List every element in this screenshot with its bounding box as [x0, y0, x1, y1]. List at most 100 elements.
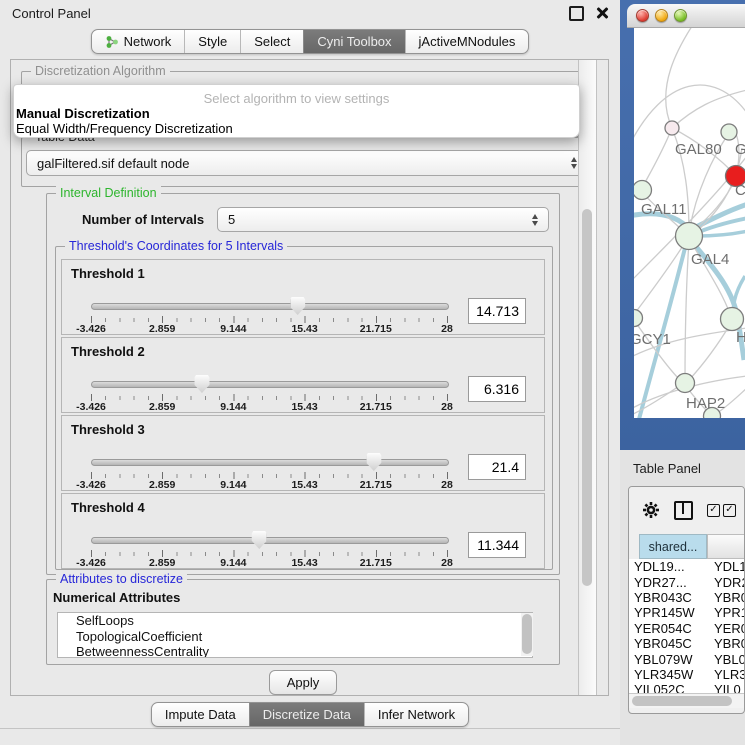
cell-name[interactable]: YDR2: [708, 575, 745, 590]
node-gal11[interactable]: [634, 181, 652, 200]
cell-name[interactable]: YER0: [708, 621, 745, 636]
slider-handle[interactable]: [290, 297, 305, 315]
popup-prompt-item[interactable]: Select algorithm to view settings: [14, 91, 579, 106]
node-right[interactable]: [721, 308, 744, 331]
close-traffic-light-icon[interactable]: [636, 9, 649, 22]
cell-shared-name[interactable]: YDR27...: [629, 575, 708, 590]
slider-handle[interactable]: [194, 375, 209, 393]
tick-label: -3.426: [76, 401, 106, 413]
slider-track[interactable]: [91, 381, 449, 388]
threshold-slider[interactable]: -3.4262.8599.14415.4321.71528: [91, 338, 449, 414]
tab-label: Style: [198, 34, 227, 49]
scrollbar-thumb[interactable]: [632, 696, 732, 706]
column-header-shared-name[interactable]: shared...: [639, 534, 707, 559]
tab-style[interactable]: Style: [184, 30, 240, 53]
checkbox-icon[interactable]: ✓: [707, 504, 720, 517]
table-row[interactable]: YLR345WYLR3: [629, 667, 745, 682]
numerical-attributes-list[interactable]: SelfLoopsTopologicalCoefficientBetweenne…: [57, 612, 533, 658]
tab-label: jActiveMNodules: [419, 34, 516, 49]
attribute-list-item[interactable]: TopologicalCoefficient: [58, 629, 532, 645]
threshold-value-field[interactable]: [468, 376, 526, 402]
slider-handle[interactable]: [252, 531, 267, 549]
table-horizontal-scrollbar[interactable]: [629, 693, 744, 708]
close-icon[interactable]: [596, 7, 608, 19]
table-row[interactable]: YER054CYER0: [629, 621, 745, 636]
node-label-g-cut: GA: [735, 141, 745, 158]
cell-shared-name[interactable]: YBR043C: [629, 590, 708, 605]
tab-network[interactable]: Network: [92, 30, 185, 53]
slider-track[interactable]: [91, 303, 449, 310]
attribute-list-item[interactable]: SelfLoops: [58, 613, 532, 629]
float-window-icon[interactable]: [569, 6, 584, 21]
tab-infer-network[interactable]: Infer Network: [364, 703, 468, 726]
table-row[interactable]: YIL052CYIL0: [629, 682, 745, 693]
cell-name[interactable]: YPR1: [708, 605, 745, 620]
threshold-value-field[interactable]: [468, 532, 526, 558]
table-row[interactable]: YBR045CYBR0: [629, 636, 745, 651]
cell-shared-name[interactable]: YPR145W: [629, 605, 708, 620]
group-title: Attributes to discretize: [56, 572, 187, 586]
attribute-list-item[interactable]: BetweennessCentrality: [58, 644, 532, 658]
cell-shared-name[interactable]: YIL052C: [629, 682, 708, 693]
cell-name[interactable]: YBR0: [708, 636, 745, 651]
table-row[interactable]: YBL079WYBL0: [629, 651, 745, 666]
scrollbar-thumb[interactable]: [582, 209, 592, 586]
node-top-right[interactable]: [721, 124, 737, 140]
cell-shared-name[interactable]: YER054C: [629, 621, 708, 636]
cell-name[interactable]: YBL0: [708, 652, 745, 667]
attributes-list-scrollbar[interactable]: [521, 613, 533, 656]
column-header-name[interactable]: na: [707, 534, 745, 559]
table-rows[interactable]: YDL19...YDL1YDR27...YDR2YBR043CYBR0YPR14…: [629, 559, 745, 693]
scrollbar-thumb[interactable]: [522, 614, 532, 654]
table-row[interactable]: YDR27...YDR2: [629, 574, 745, 589]
cell-name[interactable]: YDL1: [708, 559, 745, 574]
column-checkboxes: ✓ ✓: [707, 504, 736, 517]
threshold-slider[interactable]: -3.4262.8599.14415.4321.71528: [91, 260, 449, 336]
show-columns-icon[interactable]: [674, 501, 693, 520]
table-row[interactable]: YPR145WYPR1: [629, 605, 745, 620]
threshold-value-field[interactable]: [468, 454, 526, 480]
cell-name[interactable]: YBR0: [708, 590, 745, 605]
threshold-value-field[interactable]: [468, 298, 526, 324]
tab-discretize-data[interactable]: Discretize Data: [249, 703, 364, 726]
popup-item-equal-width[interactable]: Equal Width/Frequency Discretization: [16, 121, 233, 136]
number-of-intervals-combobox[interactable]: 5: [217, 207, 549, 232]
slider-track[interactable]: [91, 459, 449, 466]
node-gal80[interactable]: [665, 121, 679, 135]
slider-handle[interactable]: [366, 453, 381, 471]
threshold-slider[interactable]: -3.4262.8599.14415.4321.71528: [91, 416, 449, 492]
cell-name[interactable]: YLR3: [708, 667, 745, 682]
zoom-traffic-light-icon[interactable]: [674, 9, 687, 22]
cell-shared-name[interactable]: YDL19...: [629, 559, 708, 574]
popup-item-manual-discretization[interactable]: Manual Discretization: [16, 106, 150, 121]
threshold-slider[interactable]: -3.4262.8599.14415.4321.71528: [91, 494, 449, 570]
algorithm-dropdown-popup: Select algorithm to view settings Manual…: [13, 84, 580, 138]
slider-scale-labels: -3.4262.8599.14415.4321.71528: [91, 557, 449, 569]
gear-icon[interactable]: [642, 501, 660, 519]
tab-jactivemnodules[interactable]: jActiveMNodules: [405, 30, 529, 53]
cell-shared-name[interactable]: YLR345W: [629, 667, 708, 682]
node-label-gal4: GAL4: [691, 251, 729, 268]
tick-label: -3.426: [76, 479, 106, 491]
tab-impute-data[interactable]: Impute Data: [152, 703, 249, 726]
slider-ticks: [91, 550, 449, 557]
checkbox-icon[interactable]: ✓: [723, 504, 736, 517]
node-gcy1[interactable]: [634, 310, 643, 327]
cell-shared-name[interactable]: YBR045C: [629, 636, 708, 651]
content-vertical-scrollbar[interactable]: [578, 60, 597, 695]
node-hap2[interactable]: [676, 374, 695, 393]
minimize-traffic-light-icon[interactable]: [655, 9, 668, 22]
table-row[interactable]: YBR043CYBR0: [629, 590, 745, 605]
table-header-row: shared... na: [629, 534, 745, 559]
table-row[interactable]: YDL19...YDL1: [629, 559, 745, 574]
tab-select[interactable]: Select: [240, 30, 303, 53]
slider-track[interactable]: [91, 537, 449, 544]
table-data-combobox[interactable]: galFiltered.sif default node: [26, 150, 588, 176]
network-canvas[interactable]: GAL80 GA C GAL11 GAL4 GCY1 H HAP2: [634, 28, 745, 418]
tab-cyni-toolbox[interactable]: Cyni Toolbox: [303, 30, 404, 53]
cell-name[interactable]: YIL0: [708, 682, 745, 693]
apply-button[interactable]: Apply: [269, 670, 337, 695]
node-label-gal80: GAL80: [675, 141, 722, 158]
cell-shared-name[interactable]: YBL079W: [629, 652, 708, 667]
node-gal4[interactable]: [676, 223, 703, 250]
